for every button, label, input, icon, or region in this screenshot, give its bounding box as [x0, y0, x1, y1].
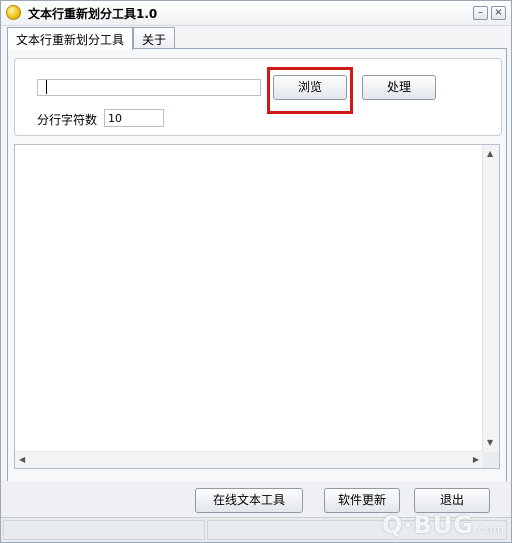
tab-tool[interactable]: 文本行重新划分工具: [7, 27, 134, 50]
output-textarea[interactable]: ▲ ▼ ◀ ▶: [14, 144, 500, 469]
title-bar[interactable]: 文本行重新划分工具1.0 – ×: [1, 1, 511, 26]
chars-per-line-input[interactable]: [104, 109, 164, 127]
window-title: 文本行重新划分工具1.0: [28, 7, 158, 21]
tab-about[interactable]: 关于: [133, 27, 176, 48]
chars-per-line-label: 分行字符数: [37, 113, 98, 127]
scroll-up-icon[interactable]: ▲: [487, 149, 493, 159]
status-bar: Q·BUG.com: [1, 511, 511, 542]
text-caret: [46, 80, 47, 94]
vertical-scrollbar[interactable]: ▲ ▼: [482, 145, 499, 452]
app-window: 文本行重新划分工具1.0 – × 文本行重新划分工具 关于 浏览 处理 分行字符…: [0, 0, 512, 543]
tab-panel: 浏览 处理 分行字符数 ▲ ▼ ◀ ▶: [7, 48, 507, 482]
close-button[interactable]: ×: [491, 6, 506, 20]
process-button[interactable]: 处理: [362, 75, 436, 100]
update-button[interactable]: 软件更新: [324, 488, 400, 513]
scroll-right-icon[interactable]: ▶: [473, 455, 479, 465]
scroll-down-icon[interactable]: ▼: [487, 438, 493, 448]
scroll-left-icon[interactable]: ◀: [19, 455, 25, 465]
status-pane-left: [3, 520, 205, 540]
app-icon: [6, 5, 21, 20]
watermark-logo: Q·BUG.com: [382, 511, 505, 539]
horizontal-scrollbar[interactable]: ◀ ▶: [15, 451, 483, 468]
highlight-box: [267, 67, 353, 114]
file-path-input[interactable]: [37, 79, 261, 96]
exit-button[interactable]: 退出: [414, 488, 490, 513]
settings-group: 浏览 处理 分行字符数: [14, 58, 502, 136]
scroll-corner: [483, 452, 499, 468]
online-tool-button[interactable]: 在线文本工具: [195, 488, 303, 513]
minimize-button[interactable]: –: [473, 6, 488, 20]
